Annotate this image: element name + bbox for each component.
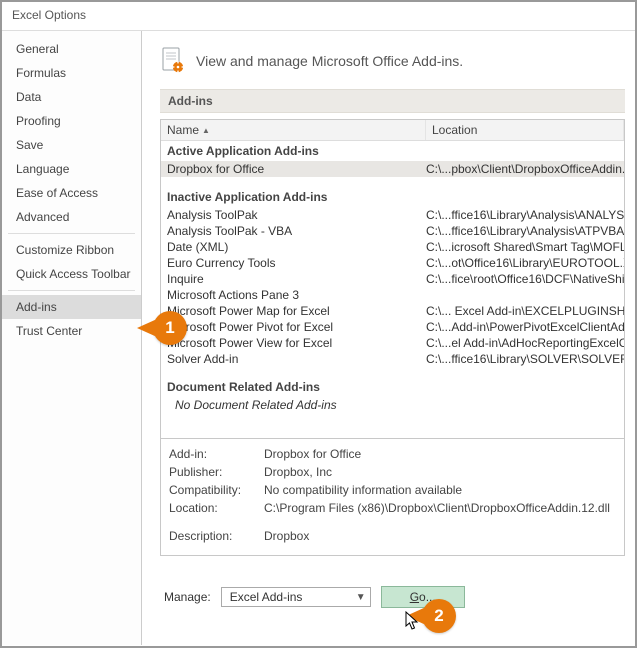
addin-name: Inquire xyxy=(161,271,426,287)
addin-row[interactable]: Microsoft Actions Pane 3 xyxy=(161,287,624,303)
group-title: Document Related Add-ins xyxy=(161,377,624,397)
addin-location: C:\... Excel Add-in\EXCELPLUGINSHELL. xyxy=(426,303,624,319)
sidebar-item-language[interactable]: Language xyxy=(2,157,141,181)
detail-value: Dropbox, Inc xyxy=(264,465,332,479)
addin-row[interactable]: InquireC:\...fice\root\Office16\DCF\Nati… xyxy=(161,271,624,287)
addin-row[interactable]: Analysis ToolPakC:\...ffice16\Library\An… xyxy=(161,207,624,223)
sort-asc-icon: ▲ xyxy=(202,126,210,135)
detail-label: Location: xyxy=(169,501,264,515)
addin-location: C:\...ffice16\Library\SOLVER\SOLVER.XL xyxy=(426,351,624,367)
sidebar-item-customize-ribbon[interactable]: Customize Ribbon xyxy=(2,238,141,262)
addins-page-icon xyxy=(160,47,186,75)
sidebar-item-formulas[interactable]: Formulas xyxy=(2,61,141,85)
column-header-name[interactable]: Name ▲ xyxy=(161,120,426,140)
addin-location: C:\...ffice16\Library\Analysis\ANALYS32 xyxy=(426,207,624,223)
detail-label: Add-in: xyxy=(169,447,264,461)
detail-row: Compatibility:No compatibility informati… xyxy=(169,481,616,499)
addin-name: Microsoft Power Pivot for Excel xyxy=(161,319,426,335)
addin-name: Date (XML) xyxy=(161,239,426,255)
sidebar-item-general[interactable]: General xyxy=(2,37,141,61)
detail-label: Compatibility: xyxy=(169,483,264,497)
sidebar-item-data[interactable]: Data xyxy=(2,85,141,109)
addin-location: C:\...el Add-in\AdHocReportingExcelClie xyxy=(426,335,624,351)
detail-value: No compatibility information available xyxy=(264,483,462,497)
column-header-location[interactable]: Location xyxy=(426,120,624,140)
annotation-callout-2: 2 xyxy=(422,599,456,633)
detail-value: C:\Program Files (x86)\Dropbox\Client\Dr… xyxy=(264,501,610,515)
addin-location: C:\...ot\Office16\Library\EUROTOOL.XL xyxy=(426,255,624,271)
content-pane: View and manage Microsoft Office Add-ins… xyxy=(142,31,635,645)
page-heading: View and manage Microsoft Office Add-ins… xyxy=(196,53,463,69)
manage-label: Manage: xyxy=(164,590,211,604)
group-title: Active Application Add-ins xyxy=(161,141,624,161)
addin-row[interactable]: Solver Add-inC:\...ffice16\Library\SOLVE… xyxy=(161,351,624,367)
addins-list[interactable]: Name ▲ Location Active Application Add-i… xyxy=(160,119,625,439)
addin-name: Solver Add-in xyxy=(161,351,426,367)
sidebar-separator xyxy=(8,233,135,234)
sidebar-item-quick-access-toolbar[interactable]: Quick Access Toolbar xyxy=(2,262,141,286)
excel-options-window: Excel Options GeneralFormulasDataProofin… xyxy=(0,0,637,648)
group-empty-text: No Document Related Add-ins xyxy=(161,397,426,413)
addin-row[interactable]: Microsoft Power View for ExcelC:\...el A… xyxy=(161,335,624,351)
addin-location: C:\...pbox\Client\DropboxOfficeAddin. xyxy=(426,161,624,177)
section-title: Add-ins xyxy=(160,89,625,113)
addin-name: Microsoft Actions Pane 3 xyxy=(161,287,426,303)
manage-dropdown-value: Excel Add-ins xyxy=(230,590,303,604)
addin-name: Euro Currency Tools xyxy=(161,255,426,271)
sidebar-item-ease-of-access[interactable]: Ease of Access xyxy=(2,181,141,205)
addin-row[interactable]: Analysis ToolPak - VBAC:\...ffice16\Libr… xyxy=(161,223,624,239)
addin-name: Microsoft Power Map for Excel xyxy=(161,303,426,319)
addin-name: Analysis ToolPak xyxy=(161,207,426,223)
sidebar-item-save[interactable]: Save xyxy=(2,133,141,157)
detail-row: Location:C:\Program Files (x86)\Dropbox\… xyxy=(169,499,616,517)
detail-row: Add-in:Dropbox for Office xyxy=(169,445,616,463)
category-sidebar: GeneralFormulasDataProofingSaveLanguageE… xyxy=(2,31,142,645)
addin-location: C:\...ffice16\Library\Analysis\ATPVBAEN.… xyxy=(426,223,624,239)
addin-details-panel: Add-in:Dropbox for OfficePublisher:Dropb… xyxy=(160,439,625,556)
addin-location: C:\...icrosoft Shared\Smart Tag\MOFL.I xyxy=(426,239,624,255)
addin-row[interactable]: Microsoft Power Pivot for ExcelC:\...Add… xyxy=(161,319,624,335)
addin-row[interactable]: Microsoft Power Map for ExcelC:\... Exce… xyxy=(161,303,624,319)
addin-row[interactable]: Euro Currency ToolsC:\...ot\Office16\Lib… xyxy=(161,255,624,271)
detail-value: Dropbox xyxy=(264,529,309,543)
detail-value: Dropbox for Office xyxy=(264,447,361,461)
sidebar-item-trust-center[interactable]: Trust Center xyxy=(2,319,141,343)
addin-row[interactable]: Dropbox for OfficeC:\...pbox\Client\Drop… xyxy=(161,161,624,177)
chevron-down-icon: ▼ xyxy=(356,592,366,603)
sidebar-item-advanced[interactable]: Advanced xyxy=(2,205,141,229)
addin-name: Analysis ToolPak - VBA xyxy=(161,223,426,239)
sidebar-item-add-ins[interactable]: Add-ins xyxy=(2,295,141,319)
sidebar-item-proofing[interactable]: Proofing xyxy=(2,109,141,133)
addin-location: C:\...fice\root\Office16\DCF\NativeShin xyxy=(426,271,624,287)
addin-location: C:\...Add-in\PowerPivotExcelClientAdd xyxy=(426,319,624,335)
detail-label: Publisher: xyxy=(169,465,264,479)
addin-row[interactable]: Date (XML)C:\...icrosoft Shared\Smart Ta… xyxy=(161,239,624,255)
addin-location xyxy=(426,287,624,303)
group-title: Inactive Application Add-ins xyxy=(161,187,624,207)
manage-dropdown[interactable]: Excel Add-ins ▼ xyxy=(221,587,371,607)
window-title: Excel Options xyxy=(2,2,635,31)
addin-name: Microsoft Power View for Excel xyxy=(161,335,426,351)
sidebar-separator xyxy=(8,290,135,291)
detail-label: Description: xyxy=(169,529,264,543)
addin-name: Dropbox for Office xyxy=(161,161,426,177)
detail-row: Publisher:Dropbox, Inc xyxy=(169,463,616,481)
annotation-callout-1: 1 xyxy=(153,311,187,345)
detail-row: Description:Dropbox xyxy=(169,527,616,545)
